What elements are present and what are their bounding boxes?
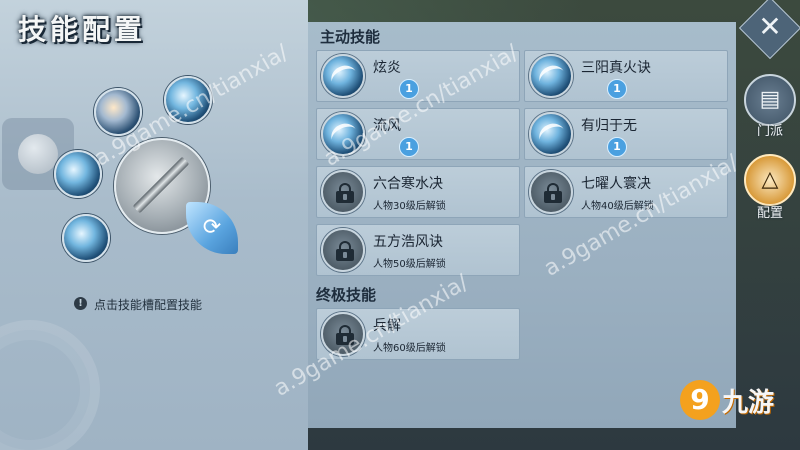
skill-name: 五方浩风诀 <box>373 234 443 250</box>
skill-card[interactable]: 有归于无 1 <box>524 108 728 160</box>
refresh-icon: ⟳ <box>202 215 222 240</box>
skill-slot-4[interactable] <box>62 214 110 262</box>
config-tab-label: 配置 <box>756 206 783 221</box>
wind-swoosh-icon <box>535 61 569 93</box>
lock-icon <box>336 241 354 261</box>
skill-name: 有归于无 <box>581 118 637 134</box>
close-icon[interactable]: ✕ <box>748 6 792 50</box>
lock-icon <box>544 183 562 203</box>
skill-icon <box>529 112 573 156</box>
skill-name: 七曜人寰决 <box>581 176 651 192</box>
wind-swoosh-icon <box>535 119 569 151</box>
skill-icon <box>321 54 365 98</box>
skill-card-locked[interactable]: 六合寒水决 人物30级后解锁 <box>316 166 520 218</box>
jiuyou-logo: 9 九游 <box>680 376 790 426</box>
info-icon: ! <box>74 297 87 310</box>
config-tab[interactable]: △ <box>744 154 796 206</box>
sect-tab-label: 门派 <box>756 124 783 139</box>
sect-tab[interactable]: ▤ <box>744 74 796 126</box>
skill-name: 炫炎 <box>373 60 401 76</box>
skill-level-badge: 1 <box>607 137 627 157</box>
triangle-config-icon: △ <box>761 167 779 192</box>
skill-icon <box>529 54 573 98</box>
skill-list-panel: 主动技能 炫炎 1 三阳真火诀 1 流风 1 有归于无 1 六合寒水决 人物30… <box>308 22 736 428</box>
config-hint: 点击技能槽配置技能 <box>94 298 203 312</box>
page-title: 技能配置 <box>18 13 147 46</box>
skill-level-badge: 1 <box>607 79 627 99</box>
skill-name: 六合寒水决 <box>373 176 443 192</box>
flame-swoosh-icon <box>327 61 361 93</box>
ultimate-skills-heading: 终极技能 <box>316 286 377 304</box>
joystick-knob[interactable] <box>18 134 58 174</box>
book-icon: ▤ <box>759 87 781 112</box>
skill-card[interactable]: 三阳真火诀 1 <box>524 50 728 102</box>
logo-mark-icon: 9 <box>680 380 720 420</box>
active-skills-heading: 主动技能 <box>320 28 381 46</box>
skill-card-locked[interactable]: 五方浩风诀 人物50级后解锁 <box>316 224 520 276</box>
unlock-requirement: 人物30级后解锁 <box>373 201 446 212</box>
cloud-swirl-decoration <box>0 320 100 450</box>
skill-icon <box>321 170 365 214</box>
unlock-requirement: 人物50级后解锁 <box>373 259 446 270</box>
skill-icon <box>529 170 573 214</box>
skill-name: 三阳真火诀 <box>581 60 651 76</box>
logo-text: 九游 <box>722 388 775 418</box>
lock-icon <box>336 183 354 203</box>
skill-icon <box>321 228 365 272</box>
skill-level-badge: 1 <box>399 137 419 157</box>
sword-icon <box>132 156 190 214</box>
